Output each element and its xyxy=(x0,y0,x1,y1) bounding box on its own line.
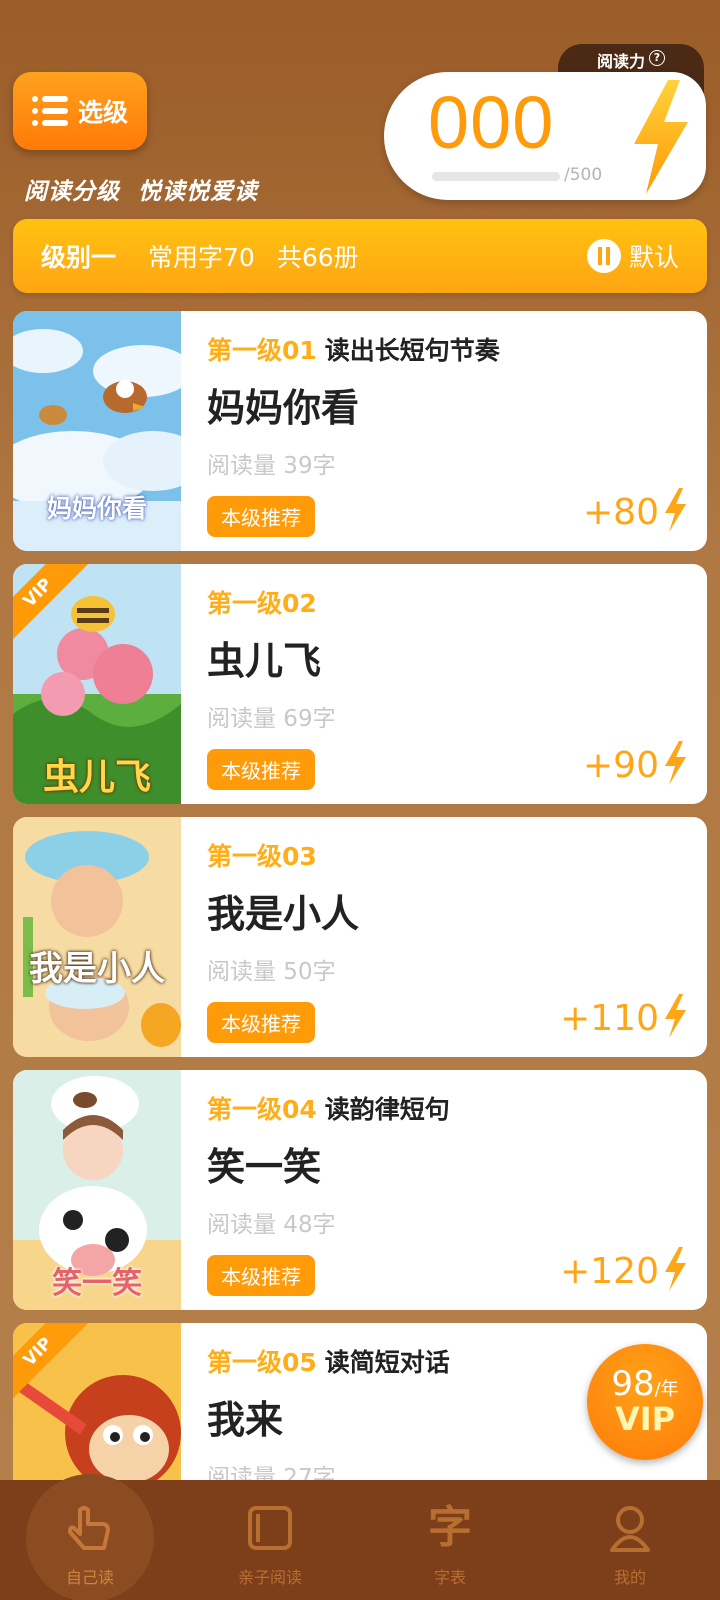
cover-title: 笑一笑 xyxy=(52,1266,142,1301)
slogan: 阅读分级 悦读悦爱读 xyxy=(24,178,259,205)
reading-power-value: 000 xyxy=(428,81,555,164)
recommend-badge: 本级推荐 xyxy=(207,1255,315,1296)
level-chars: 常用字70 xyxy=(148,243,255,272)
read-count: 阅读量 39字 xyxy=(207,453,336,479)
points-reward: +80 xyxy=(583,487,687,533)
zi-icon: 字 xyxy=(428,1502,472,1553)
book-tag: 读韵律短句 xyxy=(324,1095,450,1124)
book-cover: 妈妈你看 xyxy=(13,311,181,551)
vip-promo-button[interactable]: 98/年 VIP xyxy=(587,1344,703,1460)
book-tag: 读简短对话 xyxy=(324,1348,450,1377)
nav-label: 亲子阅读 xyxy=(237,1568,302,1587)
nav-item-parent-child[interactable]: 亲子阅读 xyxy=(180,1480,360,1600)
book-level: 第一级03 xyxy=(207,842,317,871)
book-title: 笑一笑 xyxy=(207,1145,322,1189)
recommend-badge: 本级推荐 xyxy=(207,1002,315,1043)
book-level: 第一级05 xyxy=(207,1348,317,1377)
recommend-badge: 本级推荐 xyxy=(207,749,315,790)
person-icon xyxy=(610,1506,650,1552)
lightning-icon xyxy=(665,1247,686,1291)
vip-price: 98/年 xyxy=(611,1364,679,1404)
book-level: 第一级01 xyxy=(207,336,317,365)
lightning-icon xyxy=(665,488,686,532)
sort-button[interactable]: 默认 xyxy=(586,238,679,274)
points-reward: +120 xyxy=(560,1246,687,1292)
book-title: 我是小人 xyxy=(207,892,360,936)
select-level-button[interactable]: 选级 xyxy=(13,72,147,150)
nav-item-mine[interactable]: 我的 xyxy=(540,1480,720,1600)
menu-list-icon xyxy=(31,96,68,126)
book-title: 妈妈你看 xyxy=(207,386,360,430)
nav-label: 我的 xyxy=(613,1568,646,1587)
level-name: 级别一 xyxy=(41,243,117,272)
points-value: +110 xyxy=(560,998,659,1039)
lightning-icon xyxy=(665,741,686,785)
book-card[interactable]: VIP 虫儿飞 第一级02 虫儿飞 阅读量 69字 本级推荐 +90 xyxy=(13,564,707,804)
hand-icon xyxy=(68,1506,110,1550)
points-value: +120 xyxy=(560,1251,659,1292)
nav-item-read-alone[interactable]: 自己读 xyxy=(0,1480,180,1600)
lightning-icon xyxy=(665,994,686,1038)
read-count: 阅读量 50字 xyxy=(207,959,336,985)
book-cover: 我是小人 xyxy=(13,817,181,1057)
nav-label: 字表 xyxy=(433,1568,466,1587)
read-count: 阅读量 48字 xyxy=(207,1212,336,1238)
book-card[interactable]: 妈妈你看 第一级01 读出长短句节奏 妈妈你看 阅读量 39字 本级推荐 +80 xyxy=(13,311,707,551)
book-cover: VIP 虫儿飞 xyxy=(13,564,181,804)
lightning-icon xyxy=(634,80,688,194)
book-tag: 读出长短句节奏 xyxy=(324,336,500,365)
help-icon[interactable]: ? xyxy=(649,50,665,66)
nav-item-char-table[interactable]: 字 字表 xyxy=(360,1480,540,1600)
level-book-count: 共66册 xyxy=(276,243,359,272)
cover-title: 妈妈你看 xyxy=(46,494,147,523)
sort-icon xyxy=(586,239,621,273)
points-reward: +110 xyxy=(560,993,687,1039)
select-level-label: 选级 xyxy=(77,98,128,127)
sort-label: 默认 xyxy=(628,243,679,272)
recommend-badge: 本级推荐 xyxy=(207,496,315,537)
book-cover: 笑一笑 xyxy=(13,1070,181,1310)
book-level: 第一级04 xyxy=(207,1095,317,1124)
reading-power-progress xyxy=(432,172,560,181)
read-count: 阅读量 69字 xyxy=(207,706,336,732)
reading-power-max: /500 xyxy=(564,165,603,185)
book-card[interactable]: 笑一笑 第一级04 读韵律短句 笑一笑 阅读量 48字 本级推荐 +120 xyxy=(13,1070,707,1310)
vip-label: VIP xyxy=(614,1400,676,1438)
book-level: 第一级02 xyxy=(207,589,317,618)
points-reward: +90 xyxy=(583,740,687,786)
reading-power-card[interactable]: 000 /500 xyxy=(384,72,706,200)
cover-title: 虫儿飞 xyxy=(42,756,151,798)
nav-label: 自己读 xyxy=(65,1568,114,1587)
points-value: +80 xyxy=(583,492,659,533)
book-title: 虫儿飞 xyxy=(207,639,322,683)
cover-title: 我是小人 xyxy=(29,949,165,989)
book-icon xyxy=(248,1506,292,1550)
book-card[interactable]: 我是小人 第一级03 我是小人 阅读量 50字 本级推荐 +110 xyxy=(13,817,707,1057)
level-info-bar: 级别一 常用字70 共66册 默认 xyxy=(13,219,707,293)
bottom-nav: 自己读 亲子阅读 字 字表 我的 xyxy=(0,1480,720,1600)
points-value: +90 xyxy=(583,745,659,786)
